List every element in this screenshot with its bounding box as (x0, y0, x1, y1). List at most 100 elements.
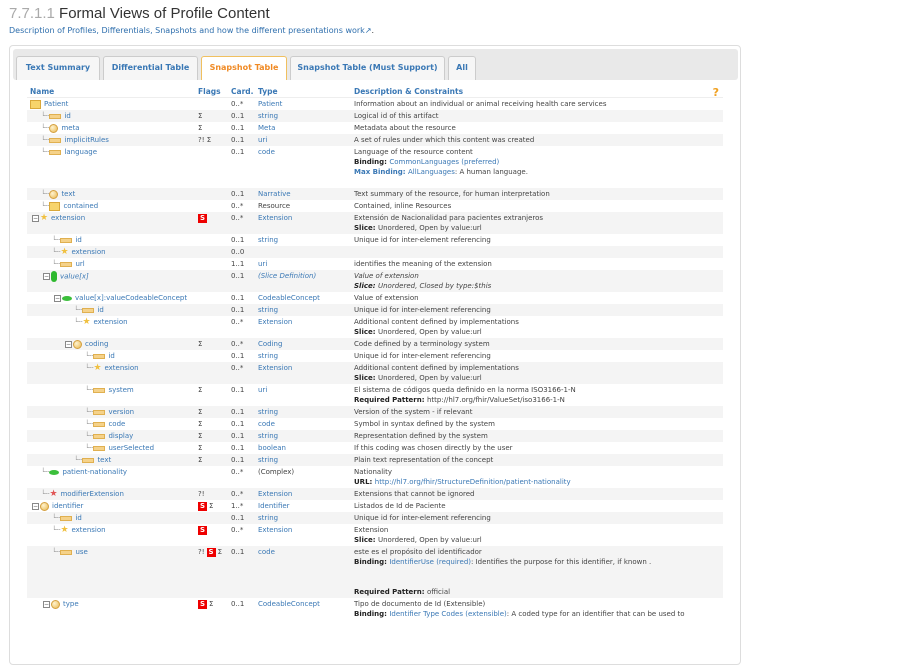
type-cell: Resource (255, 200, 351, 212)
element-name-link[interactable]: contained (63, 202, 98, 210)
type-link[interactable]: Coding (258, 340, 282, 348)
element-name-link[interactable]: use (75, 548, 87, 556)
col-type[interactable]: Type (255, 86, 351, 98)
collapse-toggle-icon[interactable]: − (65, 340, 72, 348)
element-name-link[interactable]: text (97, 456, 111, 464)
tab-differential-table[interactable]: Differential Table (103, 56, 198, 80)
col-name[interactable]: Name (27, 86, 195, 98)
element-name-link[interactable]: code (108, 420, 125, 428)
element-name-link[interactable]: meta (61, 124, 79, 132)
element-name-link[interactable]: coding (85, 340, 108, 348)
type-link[interactable]: uri (258, 136, 267, 144)
col-description[interactable]: Description & Constraints? (351, 86, 723, 99)
element-name-link[interactable]: id (75, 514, 81, 522)
element-name-link[interactable]: type (63, 600, 79, 608)
binding-link[interactable]: IdentifierUse (required) (389, 558, 471, 566)
element-name-link[interactable]: extension (51, 214, 85, 222)
element-name-cell: └╌ patient-nationality (27, 466, 195, 488)
collapse-toggle-icon[interactable]: − (32, 214, 39, 222)
type-link[interactable]: string (258, 352, 278, 360)
element-name-link[interactable]: patient-nationality (62, 468, 127, 476)
element-name-link[interactable]: value[x] (60, 273, 89, 281)
collapse-toggle-icon[interactable]: − (54, 294, 61, 302)
tab-snapshot-table[interactable]: Snapshot Table (201, 56, 287, 80)
type-link[interactable]: string (258, 112, 278, 120)
type-link[interactable]: string (258, 456, 278, 464)
type-link[interactable]: Patient (258, 100, 282, 108)
type-link[interactable]: CodeableConcept (258, 294, 320, 302)
col-card[interactable]: Card. (228, 86, 255, 98)
element-name-link[interactable]: text (61, 190, 75, 198)
type-link[interactable]: Identifier (258, 502, 290, 510)
type-link[interactable]: Extension (258, 214, 292, 222)
table-row: └╌ id 0..1 string Unique id for inter-elemen… (27, 350, 723, 362)
flags-cell (195, 234, 228, 246)
type-link[interactable]: uri (258, 260, 267, 268)
profiles-description-link[interactable]: Description of Profiles, Differentials, … (9, 26, 374, 35)
element-name-link[interactable]: userSelected (108, 444, 154, 452)
element-name-link[interactable]: system (108, 386, 133, 394)
binding-link[interactable]: http://hl7.org/fhir/StructureDefinition/… (375, 478, 571, 486)
type-link[interactable]: Meta (258, 124, 275, 132)
element-name-link[interactable]: id (75, 236, 81, 244)
element-name-link[interactable]: id (97, 306, 103, 314)
element-name-link[interactable]: Patient (44, 100, 68, 108)
type-link[interactable]: code (258, 548, 275, 556)
element-name-link[interactable]: extension (71, 526, 105, 534)
type-cell: (Slice Definition) (255, 270, 351, 292)
type-cell: string (255, 304, 351, 316)
element-name-link[interactable]: extension (104, 364, 138, 372)
element-name-cell: └╌★ extension (27, 316, 195, 338)
type-link[interactable]: Extension (258, 526, 292, 534)
type-link[interactable]: string (258, 236, 278, 244)
collapse-toggle-icon[interactable]: − (43, 600, 50, 608)
element-name-link[interactable]: version (108, 408, 134, 416)
type-cell: uri (255, 258, 351, 270)
cardinality-cell: 0..* (231, 100, 244, 108)
type-link[interactable]: Extension (258, 318, 292, 326)
tab-snapshot-must-support[interactable]: Snapshot Table (Must Support) (290, 56, 445, 80)
type-link[interactable]: string (258, 306, 278, 314)
question-icon[interactable]: ? (713, 86, 719, 99)
element-name-link[interactable]: extension (93, 318, 127, 326)
description-text: Logical id of this artifact (354, 112, 439, 120)
tab-all[interactable]: All (448, 56, 476, 80)
element-name-link[interactable]: language (64, 148, 97, 156)
element-name-link[interactable]: url (75, 260, 84, 268)
element-name-link[interactable]: value[x]:valueCodeableConcept (75, 294, 187, 302)
description-text: If this coding was chosen directly by th… (354, 444, 513, 452)
element-name-link[interactable]: identifier (52, 502, 83, 510)
type-link[interactable]: code (258, 148, 275, 156)
type-link[interactable]: string (258, 514, 278, 522)
col-flags[interactable]: Flags (195, 86, 228, 98)
tab-text-summary[interactable]: Text Summary (16, 56, 100, 80)
type-link[interactable]: (Slice Definition) (258, 272, 316, 280)
type-link[interactable]: Narrative (258, 190, 291, 198)
element-name-link[interactable]: implicitRules (64, 136, 109, 144)
element-name-link[interactable]: id (108, 352, 114, 360)
binding-link[interactable]: AllLanguages (408, 168, 455, 176)
type-cell: Meta (255, 122, 351, 134)
type-link[interactable]: Extension (258, 490, 292, 498)
description-link-text[interactable]: Description of Profiles, Differentials, … (9, 26, 365, 35)
primitive-type-icon (82, 307, 95, 313)
binding-link[interactable]: CommonLanguages (preferred) (389, 158, 499, 166)
type-link[interactable]: code (258, 420, 275, 428)
element-name-link[interactable]: extension (71, 248, 105, 256)
description-cell: A set of rules under which this content … (351, 134, 723, 146)
primitive-type-icon (60, 237, 73, 243)
collapse-toggle-icon[interactable]: − (32, 502, 39, 510)
type-link[interactable]: Extension (258, 364, 292, 372)
element-name-link[interactable]: id (64, 112, 70, 120)
type-link[interactable]: boolean (258, 444, 286, 452)
collapse-toggle-icon[interactable]: − (43, 273, 50, 280)
type-link[interactable]: string (258, 432, 278, 440)
type-link[interactable]: uri (258, 386, 267, 394)
extension-icon: ★ (82, 317, 91, 327)
type-link[interactable]: CodeableConcept (258, 600, 320, 608)
element-name-link[interactable]: modifierExtension (60, 490, 123, 498)
constraint-label: Slice: (354, 282, 378, 290)
element-name-link[interactable]: display (108, 432, 133, 440)
binding-link[interactable]: Identifier Type Codes (extensible) (389, 610, 506, 618)
type-link[interactable]: string (258, 408, 278, 416)
